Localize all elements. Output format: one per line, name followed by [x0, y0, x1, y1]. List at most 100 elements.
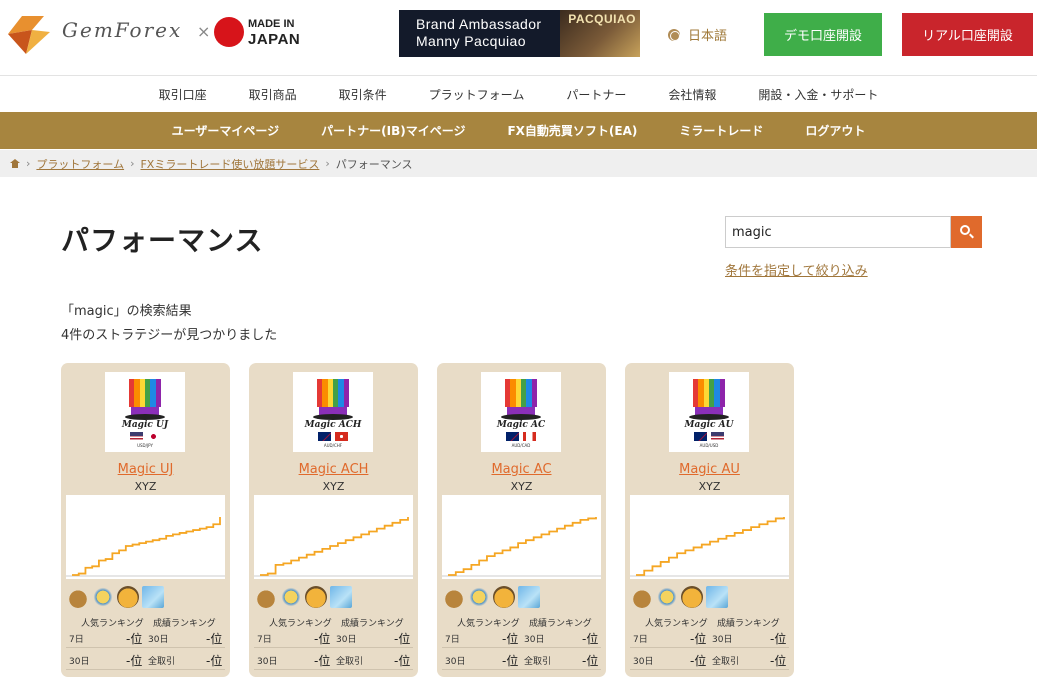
ranking-period: 30日	[712, 635, 733, 645]
ranking-period: 30日	[524, 635, 545, 645]
ranking-period: 全取引	[148, 657, 176, 667]
logo-text[interactable]: GemForex	[62, 18, 182, 42]
strategy-name-link[interactable]: Magic UJ	[61, 462, 230, 477]
ranking-value: -位	[126, 632, 143, 646]
chart-box-icon	[518, 586, 540, 608]
flag-icon	[335, 432, 348, 441]
strategy-thumbnail[interactable]: Magic UJ USD/JPY	[105, 372, 185, 452]
breadcrumb-link[interactable]: プラットフォーム	[36, 156, 124, 172]
equity-curve-line	[72, 517, 221, 576]
made-in-text: MADE IN	[248, 18, 295, 30]
chat-badge-icon	[92, 586, 114, 608]
equity-chart[interactable]	[442, 495, 601, 579]
chart-box-icon	[142, 586, 164, 608]
language-selector[interactable]: 日本語	[668, 25, 727, 44]
strategy-card[interactable]: Magic AC AUD/CAD Magic AC XYZ 人気ランキング 成績…	[437, 363, 606, 677]
ranking-row: 30日 -位 全取引 -位	[254, 649, 413, 670]
sun-badge-icon	[305, 586, 327, 608]
chart-box-icon	[706, 586, 728, 608]
search-result-count: 4件のストラテジーが見つかりました	[61, 328, 278, 343]
strategy-thumbnail[interactable]: Magic AC AUD/CAD	[481, 372, 561, 452]
search-result-query: 「magic」の検索結果	[61, 304, 192, 319]
strategy-card[interactable]: Magic UJ USD/JPY Magic UJ XYZ 人気ランキング 成績…	[61, 363, 230, 677]
ranking-value: -位	[582, 632, 599, 646]
flag-icon	[694, 432, 707, 441]
ranking-value: -位	[314, 632, 331, 646]
globe-icon	[668, 28, 680, 41]
badge-row	[255, 584, 352, 608]
ranking-value: -位	[502, 632, 519, 646]
search-button[interactable]	[951, 216, 982, 248]
member-nav-item[interactable]: ユーザーマイページ	[151, 122, 301, 139]
sun-badge-icon	[493, 586, 515, 608]
strategy-author: XYZ	[134, 480, 157, 493]
currency-flags	[318, 432, 348, 441]
equity-chart[interactable]	[66, 495, 225, 579]
member-nav: ユーザーマイページ パートナー(IB)マイページ FX自動売買ソフト(EA) ミ…	[0, 112, 1037, 149]
main-nav-item[interactable]: プラットフォーム	[408, 86, 546, 103]
equity-curve-line	[448, 517, 597, 576]
strategy-name-link[interactable]: Magic ACH	[249, 462, 418, 477]
chat-badge-icon	[468, 586, 490, 608]
strategy-card[interactable]: Magic AU AUD/USD Magic AU XYZ 人気ランキング 成績…	[625, 363, 794, 677]
member-nav-item[interactable]: FX自動売買ソフト(EA)	[486, 122, 658, 139]
currency-pair: AUD/USD	[699, 443, 719, 448]
filter-link[interactable]: 条件を指定して絞り込み	[725, 260, 868, 279]
money-bag-icon	[631, 586, 653, 608]
main-nav-item[interactable]: 取引条件	[318, 86, 408, 103]
ranking-value: -位	[394, 654, 411, 668]
ranking-value: -位	[690, 654, 707, 668]
main-nav-item[interactable]: 取引商品	[228, 86, 318, 103]
real-account-button[interactable]: リアル口座開設	[902, 13, 1033, 56]
strategy-thumbnail[interactable]: Magic AU AUD/USD	[669, 372, 749, 452]
japan-flag-icon	[214, 17, 244, 47]
currency-pair: USD/JPY	[137, 443, 153, 448]
equity-chart[interactable]	[630, 495, 789, 579]
logo-cross: ×	[197, 22, 211, 41]
equity-curve-line	[636, 517, 785, 576]
strategy-name-link[interactable]: Magic AU	[625, 462, 794, 477]
magic-hat-icon	[693, 379, 725, 407]
badge-row	[631, 584, 728, 608]
strategy-name-link[interactable]: Magic AC	[437, 462, 606, 477]
main-nav: 取引口座 取引商品 取引条件 プラットフォーム パートナー 会社情報 開設・入金…	[0, 77, 1037, 111]
ranking-period: 全取引	[712, 657, 740, 667]
home-icon[interactable]	[10, 159, 20, 168]
ranking-period: 全取引	[336, 657, 364, 667]
main-nav-item[interactable]: パートナー	[545, 86, 647, 103]
ranking-value: -位	[770, 632, 787, 646]
ranking-period: 7日	[633, 635, 648, 645]
strategy-thumbnail[interactable]: Magic ACH AUD/CHF	[293, 372, 373, 452]
breadcrumb-link[interactable]: FXミラートレード使い放題サービス	[140, 156, 319, 172]
ambassador-banner[interactable]: Brand Ambassador Manny Pacquiao PACQUIAO	[399, 10, 640, 57]
main-nav-item[interactable]: 取引口座	[138, 86, 228, 103]
made-in-japan-badge: MADE IN JAPAN	[248, 17, 300, 47]
ranking-value: -位	[206, 654, 223, 668]
member-nav-item[interactable]: ミラートレード	[658, 122, 784, 139]
ranking-value: -位	[690, 632, 707, 646]
main-nav-item[interactable]: 開設・入金・サポート	[737, 86, 899, 103]
strategy-author: XYZ	[510, 480, 533, 493]
gem-logo-icon[interactable]	[4, 10, 54, 58]
ranking-period: 30日	[336, 635, 357, 645]
magic-hat-icon	[505, 379, 537, 407]
ranking-period: 全取引	[524, 657, 552, 667]
main-nav-item[interactable]: 会社情報	[647, 86, 737, 103]
flag-icon	[523, 432, 536, 441]
badge-row	[67, 584, 164, 608]
strategy-card[interactable]: Magic ACH AUD/CHF Magic ACH XYZ 人気ランキング …	[249, 363, 418, 677]
page-title: パフォーマンス	[61, 224, 264, 257]
demo-account-button[interactable]: デモ口座開設	[764, 13, 882, 56]
money-bag-icon	[255, 586, 277, 608]
magic-hat-icon	[129, 379, 161, 407]
currency-flags	[506, 432, 536, 441]
flag-icon	[506, 432, 519, 441]
member-nav-item[interactable]: パートナー(IB)マイページ	[300, 122, 486, 139]
chat-badge-icon	[280, 586, 302, 608]
equity-chart[interactable]	[254, 495, 413, 579]
breadcrumb-separator: ›	[325, 157, 330, 170]
search-input[interactable]	[725, 216, 951, 248]
ranking-value: -位	[126, 654, 143, 668]
logout-link[interactable]: ログアウト	[784, 122, 886, 139]
badge-row	[443, 584, 540, 608]
